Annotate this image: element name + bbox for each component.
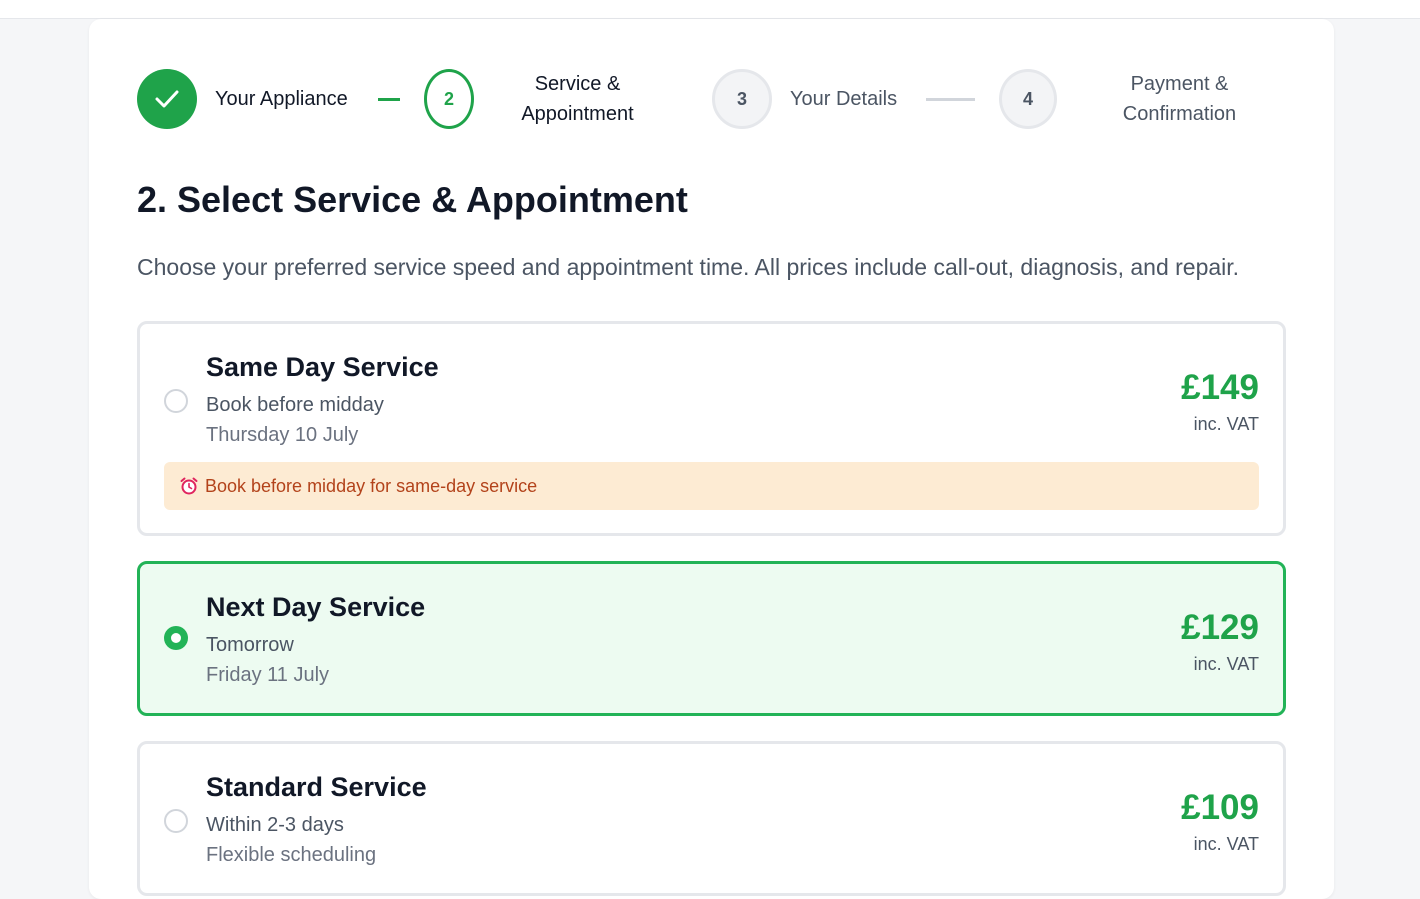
standard-radio[interactable] <box>164 809 188 833</box>
option-date: Flexible scheduling <box>206 844 377 866</box>
step-4-label-line2: Confirmation <box>1122 103 1237 125</box>
option-timing: Tomorrow <box>206 634 294 656</box>
option-price: £149 <box>1181 368 1259 407</box>
step-3-label: Your Details <box>790 88 898 110</box>
option-date: Thursday 10 July <box>206 424 359 446</box>
notice-text: Book before midday for same-day service <box>205 475 538 496</box>
option-name: Standard Service <box>206 772 427 802</box>
next-day-radio[interactable] <box>164 626 188 650</box>
option-vat-note: inc. VAT <box>1193 834 1259 854</box>
page-subtitle: Choose your preferred service speed and … <box>137 254 1240 280</box>
option-date: Friday 11 July <box>206 664 330 686</box>
step-3-circle: 3 <box>712 69 772 129</box>
option-timing: Within 2-3 days <box>206 814 344 836</box>
option-price: £129 <box>1181 608 1259 647</box>
option-timing: Book before midday <box>206 394 384 416</box>
option-price: £109 <box>1181 788 1259 827</box>
page-title: 2. Select Service & Appointment <box>137 179 688 220</box>
checkmark-icon <box>155 90 179 108</box>
step-connector-1 <box>378 98 400 101</box>
step-4-circle: 4 <box>999 69 1057 129</box>
step-2-label-line2: Appointment <box>521 103 634 125</box>
step-2-label-line1: Service & <box>534 73 621 95</box>
same-day-radio[interactable] <box>164 389 188 413</box>
top-bar <box>0 0 1420 19</box>
step-4-label: Payment & Confirmation <box>1107 69 1252 129</box>
option-vat-note: inc. VAT <box>1193 414 1259 434</box>
service-option-next-day[interactable]: Next Day Service Tomorrow Friday 11 July… <box>137 561 1286 716</box>
service-option-same-day[interactable]: Same Day Service Book before midday Thur… <box>137 321 1286 536</box>
alarm-clock-icon <box>180 477 198 495</box>
booking-card: Your Appliance 2 Service & Appointment 3… <box>89 19 1334 899</box>
step-2-circle: 2 <box>424 69 474 129</box>
progress-stepper: Your Appliance 2 Service & Appointment 3… <box>137 69 1287 129</box>
step-4-label-line1: Payment & <box>1130 73 1229 95</box>
service-option-standard[interactable]: Standard Service Within 2-3 days Flexibl… <box>137 741 1286 896</box>
step-connector-3 <box>926 98 975 101</box>
step-1-label: Your Appliance <box>215 88 348 110</box>
option-name: Same Day Service <box>206 352 439 382</box>
step-1-complete-circle <box>137 69 197 129</box>
same-day-notice: Book before midday for same-day service <box>164 462 1259 510</box>
option-vat-note: inc. VAT <box>1193 654 1259 674</box>
option-name: Next Day Service <box>206 592 426 622</box>
step-2-label: Service & Appointment <box>505 69 650 129</box>
